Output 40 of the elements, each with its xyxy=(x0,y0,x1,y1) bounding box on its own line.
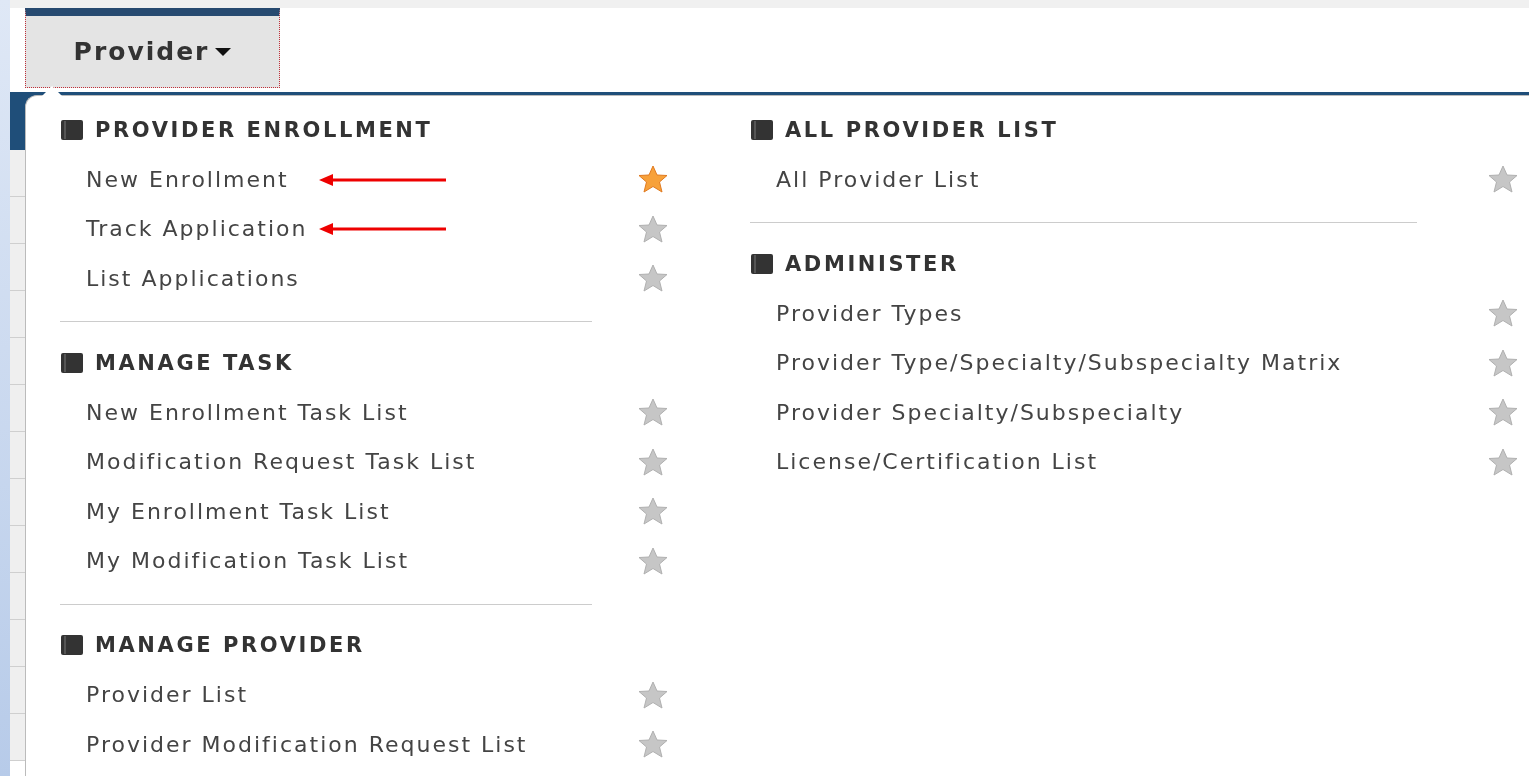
menu-link[interactable]: Track Application xyxy=(86,216,308,242)
star-icon[interactable] xyxy=(636,679,670,710)
star-icon[interactable] xyxy=(636,164,670,195)
star-icon[interactable] xyxy=(1486,164,1520,195)
menu-link[interactable]: List Applications xyxy=(86,265,300,291)
menu-link[interactable]: Modification Request Task List xyxy=(86,449,477,475)
menu-link[interactable]: New Enrollment xyxy=(86,166,289,192)
menu-link[interactable]: Provider List xyxy=(86,682,249,708)
book-icon xyxy=(750,252,774,275)
star-icon[interactable] xyxy=(1486,446,1520,477)
menu-link[interactable]: Provider Type/Specialty/Subspecialty Matrix xyxy=(776,350,1343,376)
section-heading: PROVIDER ENROLLMENT xyxy=(95,117,433,142)
menu-link[interactable]: My Enrollment Task List xyxy=(86,498,391,524)
star-icon[interactable] xyxy=(636,263,670,294)
section-heading: ADMINISTER xyxy=(785,251,959,276)
book-icon xyxy=(60,118,84,141)
star-icon[interactable] xyxy=(636,729,670,760)
menu-link[interactable]: Provider Specialty/Subspecialty xyxy=(776,399,1185,425)
star-icon[interactable] xyxy=(636,545,670,576)
menu-link[interactable]: My Modification Task List xyxy=(86,548,409,574)
caret-icon xyxy=(215,46,232,57)
menu-link[interactable]: New Enrollment Task List xyxy=(86,399,409,425)
star-icon[interactable] xyxy=(1486,347,1520,378)
menu-link[interactable]: License/Certification List xyxy=(776,449,1099,475)
book-icon xyxy=(750,118,774,141)
book-icon xyxy=(60,634,84,657)
star-icon[interactable] xyxy=(636,213,670,244)
section-heading: MANAGE TASK xyxy=(95,350,294,375)
menu-link[interactable]: Provider Types xyxy=(776,300,964,326)
section-heading: MANAGE PROVIDER xyxy=(95,633,365,658)
star-icon[interactable] xyxy=(1486,397,1520,428)
star-icon[interactable] xyxy=(636,496,670,527)
star-icon[interactable] xyxy=(636,397,670,428)
menu-link[interactable]: All Provider List xyxy=(776,166,981,192)
section-heading: ALL PROVIDER LIST xyxy=(785,117,1059,142)
book-icon xyxy=(60,351,84,374)
star-icon[interactable] xyxy=(1486,298,1520,329)
provider-menu-tab[interactable]: Provider xyxy=(25,8,280,88)
menu-link[interactable]: Provider Modification Request List xyxy=(86,731,528,757)
star-icon[interactable] xyxy=(636,446,670,477)
